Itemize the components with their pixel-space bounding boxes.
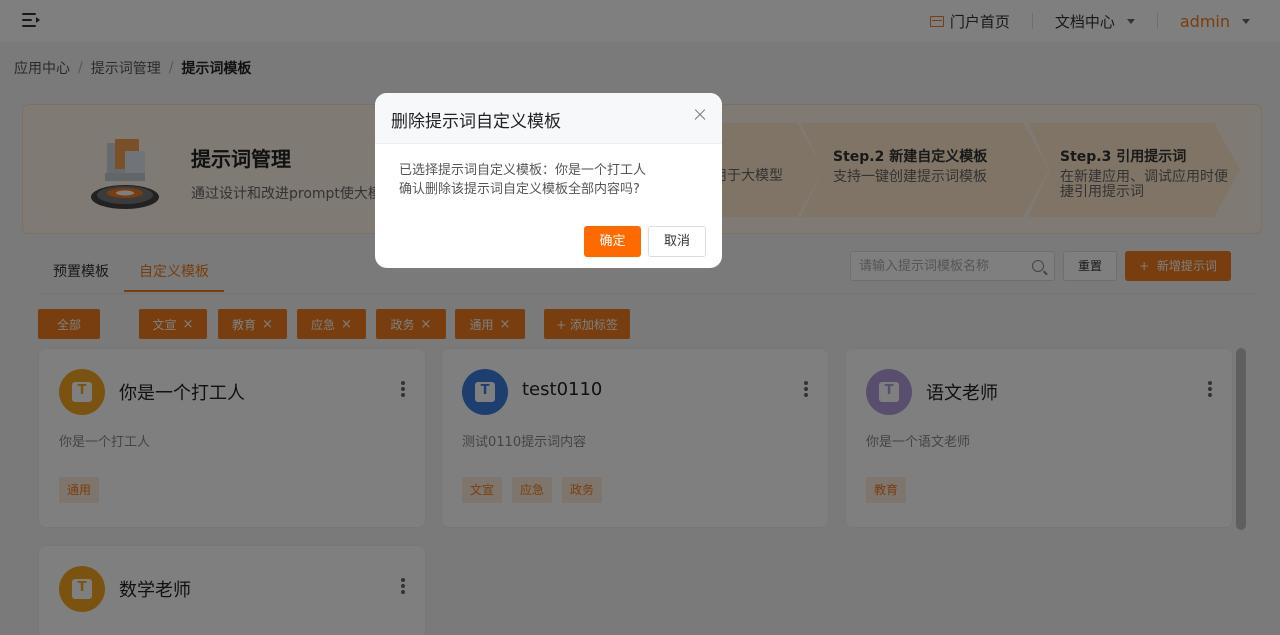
delete-confirm-dialog: 删除提示词自定义模板 已选择提示词自定义模板：你是一个打工人 确认删除该提示词自…: [375, 93, 722, 268]
cancel-button[interactable]: 取消: [648, 226, 706, 257]
dialog-title: 删除提示词自定义模板: [391, 112, 561, 132]
dialog-message-line: 已选择提示词自定义模板：你是一个打工人: [399, 163, 647, 178]
close-icon[interactable]: [694, 109, 706, 121]
confirm-button[interactable]: 确定: [584, 226, 641, 257]
dialog-message-line: 确认删除该提示词自定义模板全部内容吗?: [399, 182, 640, 197]
dialog-header: 删除提示词自定义模板: [375, 93, 722, 144]
dialog-body: 已选择提示词自定义模板：你是一个打工人 确认删除该提示词自定义模板全部内容吗?: [399, 161, 646, 199]
